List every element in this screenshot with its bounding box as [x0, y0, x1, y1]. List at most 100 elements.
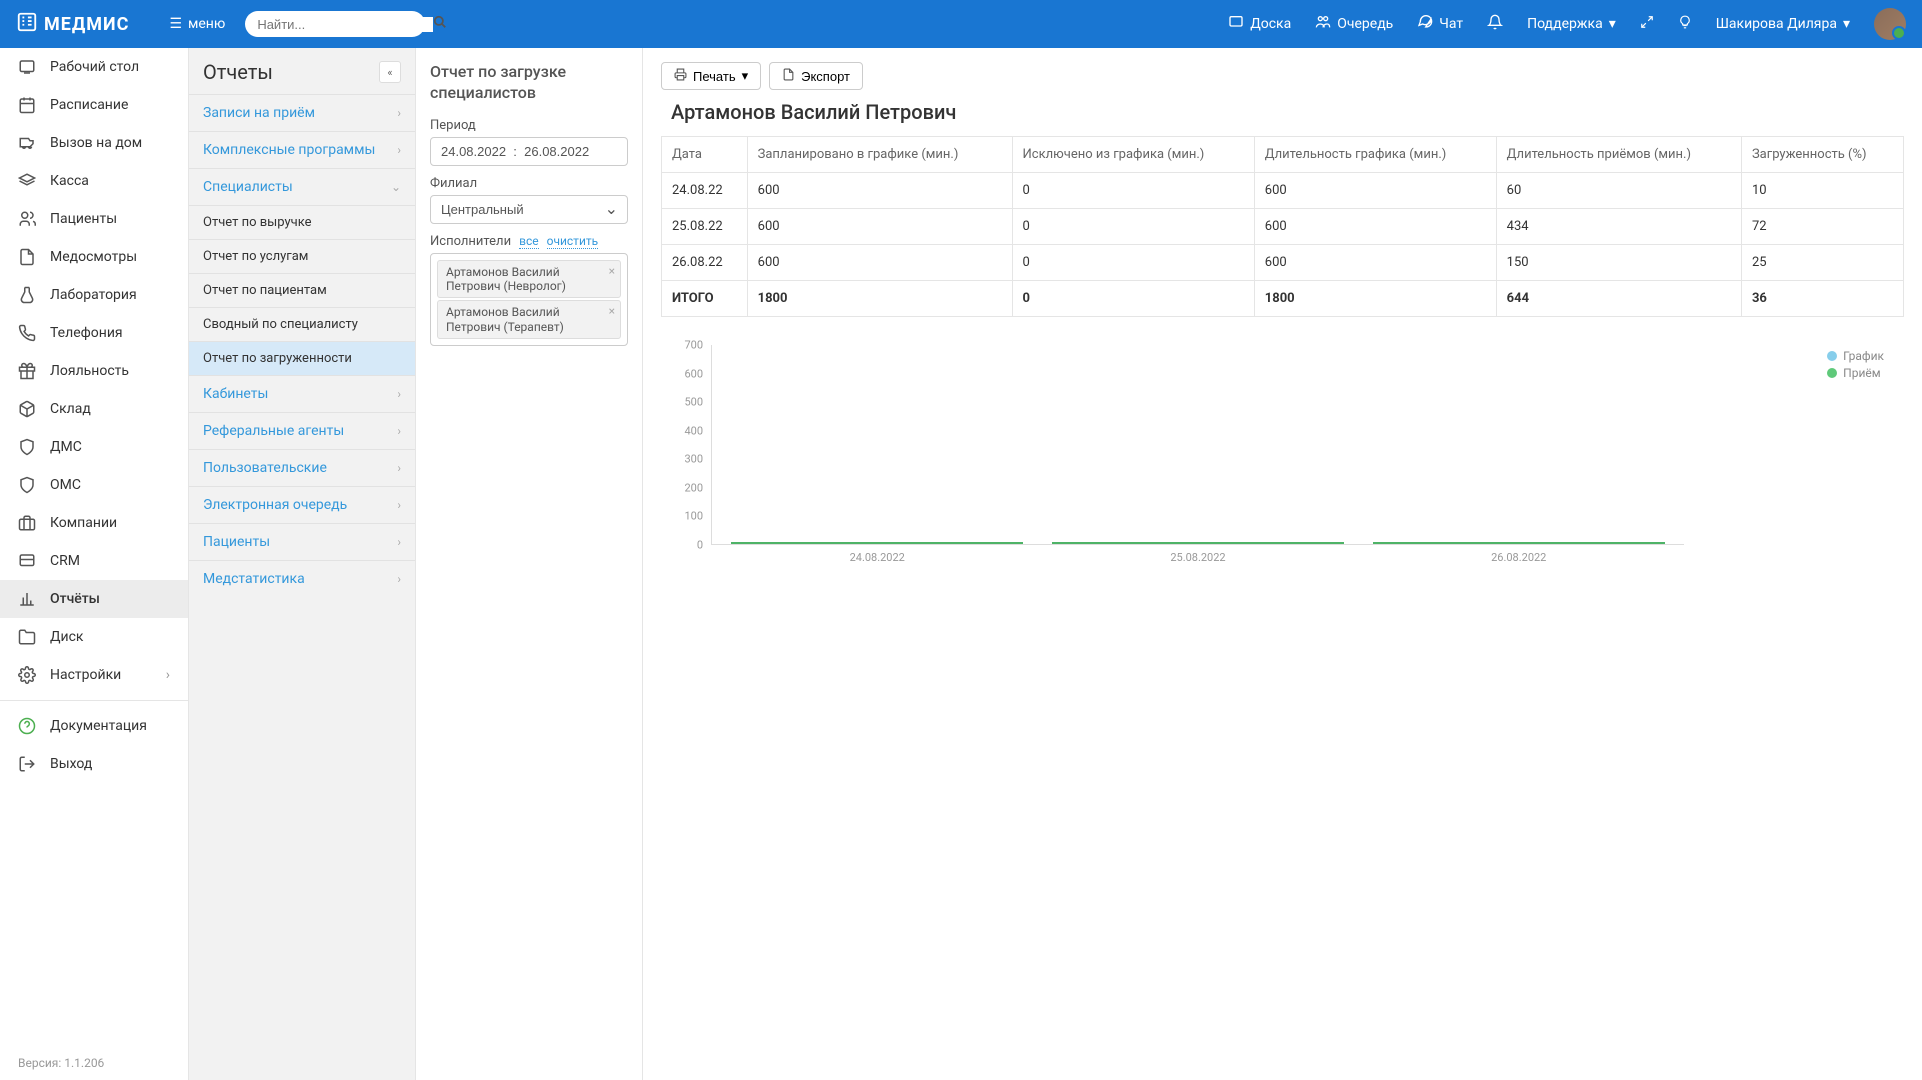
sidebar-item-14[interactable]: Отчёты [0, 580, 188, 618]
print-button[interactable]: Печать ▾ [661, 62, 761, 90]
header-user[interactable]: Шакирова Диляра ▾ [1716, 16, 1850, 32]
sub-section-Кабинеты[interactable]: Кабинеты› [189, 375, 415, 412]
sub-section-Комплексные программы[interactable]: Комплексные программы› [189, 131, 415, 168]
search-input[interactable] [257, 17, 433, 32]
sidebar-exit-label: Выход [50, 756, 92, 772]
sub-item-0[interactable]: Отчет по выручке [189, 205, 415, 239]
workload-chart: 0100200300400500600700 24.08.202225.08.2… [661, 335, 1904, 575]
sidebar-item-docs[interactable]: Документация [0, 707, 188, 745]
queue-label: Очередь [1337, 16, 1393, 32]
sidebar-item-12[interactable]: Компании [0, 504, 188, 542]
sidebar-item-1[interactable]: Расписание [0, 86, 188, 124]
print-label: Печать [693, 69, 736, 84]
username-label: Шакирова Диляра [1716, 16, 1837, 32]
sub-item-3[interactable]: Сводный по специалисту [189, 307, 415, 341]
sidebar-item-5[interactable]: Медосмотры [0, 238, 188, 276]
sidebar-item-7[interactable]: Телефония [0, 314, 188, 352]
table-cell: 1800 [1254, 281, 1496, 317]
performers-chipbox[interactable]: Артамонов Василий Петрович (Невролог)×Ар… [430, 253, 628, 347]
bar-appt [1373, 542, 1665, 544]
sidebar-item-0[interactable]: Рабочий стол [0, 48, 188, 86]
logo-icon [16, 11, 38, 38]
bar-appt [1052, 542, 1344, 544]
header-idea[interactable] [1678, 15, 1692, 33]
sidebar-item-11[interactable]: ОМС [0, 466, 188, 504]
y-tick: 700 [684, 339, 703, 352]
caret-down-icon: ▾ [1609, 16, 1616, 32]
sub-section-Записи на приём[interactable]: Записи на приём› [189, 94, 415, 131]
sidebar-item-10[interactable]: ДМС [0, 428, 188, 466]
sidebar-label: ОМС [50, 477, 81, 493]
sidebar-icon-10 [18, 438, 36, 456]
sub-item-1[interactable]: Отчет по услугам [189, 239, 415, 273]
header-bell[interactable] [1487, 14, 1503, 34]
sidebar-item-4[interactable]: Пациенты [0, 200, 188, 238]
search-box[interactable] [245, 11, 425, 37]
x-label: 25.08.2022 [1052, 551, 1344, 564]
table-cell: 10 [1741, 173, 1903, 209]
sidebar-item-2[interactable]: Вызов на дом [0, 124, 188, 162]
sub-section-Реферальные агенты[interactable]: Реферальные агенты› [189, 412, 415, 449]
avatar[interactable] [1874, 8, 1906, 40]
sidebar-item-15[interactable]: Диск [0, 618, 188, 656]
y-tick: 200 [684, 481, 703, 494]
y-tick: 0 [697, 539, 703, 552]
collapse-button[interactable]: « [379, 61, 401, 83]
table-cell: 644 [1496, 281, 1741, 317]
sub-section-label: Кабинеты [203, 386, 268, 402]
chevron-right-icon: › [397, 461, 401, 475]
sidebar-label: Медосмотры [50, 249, 137, 265]
performer-chip-1: Артамонов Василий Петрович (Терапевт)× [437, 300, 621, 339]
bar-appt [731, 542, 1023, 544]
sub-section-Пользовательские[interactable]: Пользовательские› [189, 449, 415, 486]
chart-legend: График Приём [1827, 349, 1884, 383]
table-cell: 600 [747, 173, 1012, 209]
header-expand[interactable] [1640, 15, 1654, 33]
chip-remove-icon[interactable]: × [609, 304, 615, 318]
table-row: ИТОГО18000180064436 [662, 281, 1904, 317]
table-row: 26.08.22600060015025 [662, 245, 1904, 281]
bell-icon [1487, 14, 1503, 34]
chevron-right-icon: › [166, 667, 170, 683]
header-right: Доска Очередь Чат Поддержка ▾ Шакирова Д… [1228, 8, 1906, 40]
branch-select[interactable]: Центральный [430, 195, 628, 224]
sidebar-item-9[interactable]: Склад [0, 390, 188, 428]
search-icon[interactable] [433, 15, 447, 33]
caret-down-icon: ▾ [742, 68, 749, 84]
header-support[interactable]: Поддержка ▾ [1527, 16, 1616, 32]
export-button[interactable]: Экспорт [769, 62, 863, 90]
sidebar-item-8[interactable]: Лояльность [0, 352, 188, 390]
hamburger-icon: ☰ [169, 16, 182, 32]
sidebar-item-6[interactable]: Лаборатория [0, 276, 188, 314]
legend-schedule-label: График [1843, 349, 1884, 363]
header-chat[interactable]: Чат [1417, 14, 1463, 34]
chevron-right-icon: › [397, 143, 401, 157]
sub-section-label: Реферальные агенты [203, 423, 344, 439]
sidebar-label: CRM [50, 553, 80, 569]
header-queue[interactable]: Очередь [1315, 14, 1393, 34]
table-cell: 36 [1741, 281, 1903, 317]
table-cell: 26.08.22 [662, 245, 748, 281]
sub-section-Электронная очередь[interactable]: Электронная очередь› [189, 486, 415, 523]
menu-toggle[interactable]: ☰ меню [169, 16, 225, 32]
sidebar-item-16[interactable]: Настройки› [0, 656, 188, 694]
sub-section-Специалисты[interactable]: Специалисты⌄ [189, 168, 415, 205]
sidebar-icon-0 [18, 58, 36, 76]
performers-all-link[interactable]: все [519, 234, 539, 249]
sub-section-Медстатистика[interactable]: Медстатистика› [189, 560, 415, 597]
sub-section-Пациенты[interactable]: Пациенты› [189, 523, 415, 560]
sidebar-item-3[interactable]: Касса [0, 162, 188, 200]
performers-clear-link[interactable]: очистить [547, 234, 599, 249]
table-cell: 600 [747, 209, 1012, 245]
table-header: Запланировано в графике (мин.) [747, 137, 1012, 173]
chip-remove-icon[interactable]: × [609, 264, 615, 278]
sidebar-item-exit[interactable]: Выход [0, 745, 188, 783]
caret-down-icon: ▾ [1843, 16, 1850, 32]
sub-item-4[interactable]: Отчет по загруженности [189, 341, 415, 375]
y-tick: 300 [684, 453, 703, 466]
sub-item-2[interactable]: Отчет по пациентам [189, 273, 415, 307]
period-input[interactable] [430, 137, 628, 166]
sidebar-item-13[interactable]: CRM [0, 542, 188, 580]
sidebar-icon-7 [18, 324, 36, 342]
header-board[interactable]: Доска [1228, 14, 1291, 34]
